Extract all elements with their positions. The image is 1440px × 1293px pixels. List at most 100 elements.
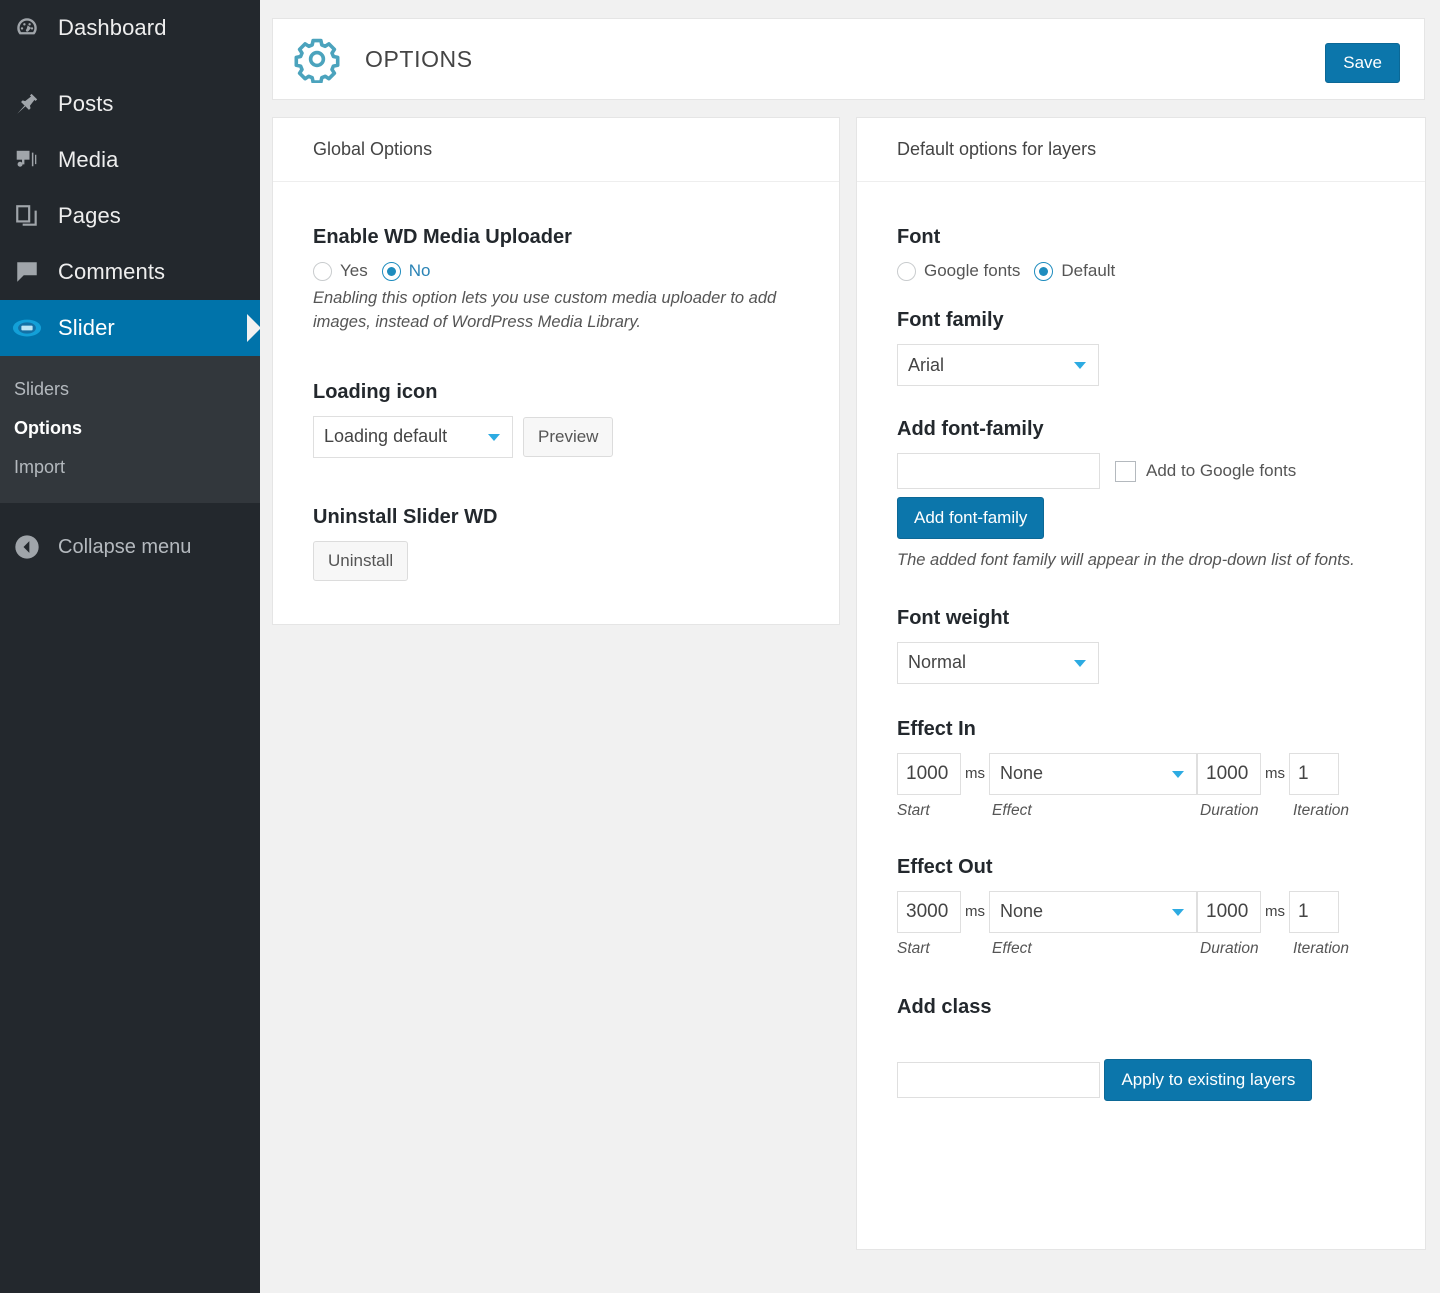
effect-in-fields: ms None ms (897, 753, 1385, 795)
radio-label-google-fonts[interactable]: Google fonts (924, 261, 1020, 281)
page-title: OPTIONS (365, 46, 473, 73)
radio-media-uploader-no[interactable] (382, 262, 401, 281)
gear-icon (293, 35, 341, 83)
sidebar-item-label: Dashboard (58, 15, 167, 41)
sidebar-item-label: Posts (58, 91, 114, 117)
effect-out-sublabels: Start Effect Duration Iteration (897, 933, 1385, 958)
effect-in-start-input[interactable] (897, 753, 961, 795)
collapse-menu-button[interactable]: Collapse menu (0, 519, 260, 575)
effect-out-iteration-input[interactable] (1289, 891, 1339, 933)
sidebar-subitem-sliders[interactable]: Sliders (0, 370, 260, 409)
add-class-input[interactable] (897, 1062, 1100, 1098)
effect-in-sublabels: Start Effect Duration Iteration (897, 795, 1385, 820)
effect-in-start-unit: ms (965, 765, 985, 782)
admin-page: Dashboard Posts (0, 0, 1440, 1293)
effect-out-start-input[interactable] (897, 891, 961, 933)
radio-label-default[interactable]: Default (1061, 261, 1115, 281)
radio-media-uploader-yes[interactable] (313, 262, 332, 281)
chevron-down-icon (1074, 362, 1086, 369)
effect-out-title: Effect Out (897, 856, 1385, 879)
sidebar-item-label: Media (58, 147, 118, 173)
global-options-body: Enable WD Media Uploader Yes No Enabling… (273, 182, 839, 581)
font-radio-group: Google fonts Default (897, 261, 1385, 281)
effect-in-duration-input[interactable] (1197, 753, 1261, 795)
sidebar-item-label: Comments (58, 259, 165, 285)
add-font-family-button[interactable]: Add font-family (897, 497, 1044, 539)
loading-icon-select[interactable]: Loading default (313, 416, 513, 458)
font-family-select-value: Arial (908, 355, 944, 376)
media-uploader-title: Enable WD Media Uploader (313, 226, 799, 249)
main-content: OPTIONS Save Global Options Enable WD Me… (260, 0, 1440, 1293)
sidebar-subitem-label: Sliders (14, 379, 69, 399)
loading-icon-select-value: Loading default (324, 426, 447, 447)
radio-label-yes[interactable]: Yes (340, 261, 368, 281)
chevron-down-icon (488, 434, 500, 441)
chevron-down-icon (1172, 771, 1184, 778)
comments-icon (10, 255, 44, 289)
sidebar-item-slider[interactable]: Slider (0, 300, 260, 356)
pages-icon (10, 199, 44, 233)
radio-font-default[interactable] (1034, 262, 1053, 281)
slider-icon (10, 311, 44, 345)
radio-font-google[interactable] (897, 262, 916, 281)
effect-in-effect-select[interactable]: None (989, 753, 1197, 795)
add-class-title: Add class (897, 996, 1385, 1019)
sidebar-subitem-import[interactable]: Import (0, 448, 260, 487)
effect-out-effect-select[interactable]: None (989, 891, 1197, 933)
uninstall-button[interactable]: Uninstall (313, 541, 408, 581)
effect-in-start-label: Start (897, 802, 992, 820)
layer-defaults-body: Font Google fonts Default Font family Ar… (857, 182, 1425, 1101)
effect-out-start-label: Start (897, 940, 992, 958)
effect-out-duration-input[interactable] (1197, 891, 1261, 933)
effect-out-start-unit: ms (965, 903, 985, 920)
media-uploader-radio-group: Yes No (313, 261, 799, 281)
font-family-title: Font family (897, 309, 1385, 332)
checkbox-label-add-to-google-fonts[interactable]: Add to Google fonts (1146, 461, 1296, 481)
effect-in-duration-label: Duration (1200, 802, 1293, 820)
effect-out-fields: ms None ms (897, 891, 1385, 933)
header-left: OPTIONS (273, 35, 473, 83)
sidebar-item-posts[interactable]: Posts (0, 76, 260, 132)
font-weight-title: Font weight (897, 607, 1385, 630)
collapse-arrow-icon (10, 533, 44, 561)
effect-in-effect-value: None (1000, 763, 1043, 784)
add-font-family-title: Add font-family (897, 418, 1385, 441)
add-font-family-row: Add to Google fonts (897, 453, 1385, 489)
chevron-down-icon (1074, 660, 1086, 667)
dashboard-icon (10, 11, 44, 45)
sidebar-submenu: Sliders Options Import (0, 356, 260, 503)
radio-label-no[interactable]: No (409, 261, 431, 281)
font-weight-select[interactable]: Normal (897, 642, 1099, 684)
effect-in-duration-unit: ms (1265, 765, 1285, 782)
sidebar-item-media[interactable]: Media (0, 132, 260, 188)
effect-in-iteration-input[interactable] (1289, 753, 1339, 795)
effect-out-effect-label: Effect (992, 940, 1200, 958)
media-icon (10, 143, 44, 177)
global-options-panel: Global Options Enable WD Media Uploader … (272, 117, 840, 625)
preview-button[interactable]: Preview (523, 417, 613, 457)
sidebar-item-pages[interactable]: Pages (0, 188, 260, 244)
global-options-heading: Global Options (273, 118, 839, 182)
font-family-select[interactable]: Arial (897, 344, 1099, 386)
save-button[interactable]: Save (1325, 43, 1400, 83)
checkbox-add-to-google-fonts[interactable] (1115, 461, 1136, 482)
apply-to-existing-layers-button[interactable]: Apply to existing layers (1104, 1059, 1312, 1101)
sidebar-separator (0, 56, 260, 76)
sidebar-item-dashboard[interactable]: Dashboard (0, 0, 260, 56)
font-title: Font (897, 226, 1385, 249)
sidebar-subitem-options[interactable]: Options (0, 409, 260, 448)
effect-in-effect-label: Effect (992, 802, 1200, 820)
effect-out-duration-label: Duration (1200, 940, 1293, 958)
add-font-family-input[interactable] (897, 453, 1100, 489)
admin-sidebar: Dashboard Posts (0, 0, 260, 1293)
sidebar-item-label: Slider (58, 315, 115, 341)
effect-out-effect-value: None (1000, 901, 1043, 922)
add-font-family-hint: The added font family will appear in the… (897, 549, 1377, 573)
font-weight-select-value: Normal (908, 652, 966, 673)
sidebar-item-label: Pages (58, 203, 121, 229)
chevron-down-icon (1172, 909, 1184, 916)
effect-in-iteration-label: Iteration (1293, 802, 1349, 820)
effect-out-duration-unit: ms (1265, 903, 1285, 920)
layer-defaults-heading: Default options for layers (857, 118, 1425, 182)
sidebar-item-comments[interactable]: Comments (0, 244, 260, 300)
